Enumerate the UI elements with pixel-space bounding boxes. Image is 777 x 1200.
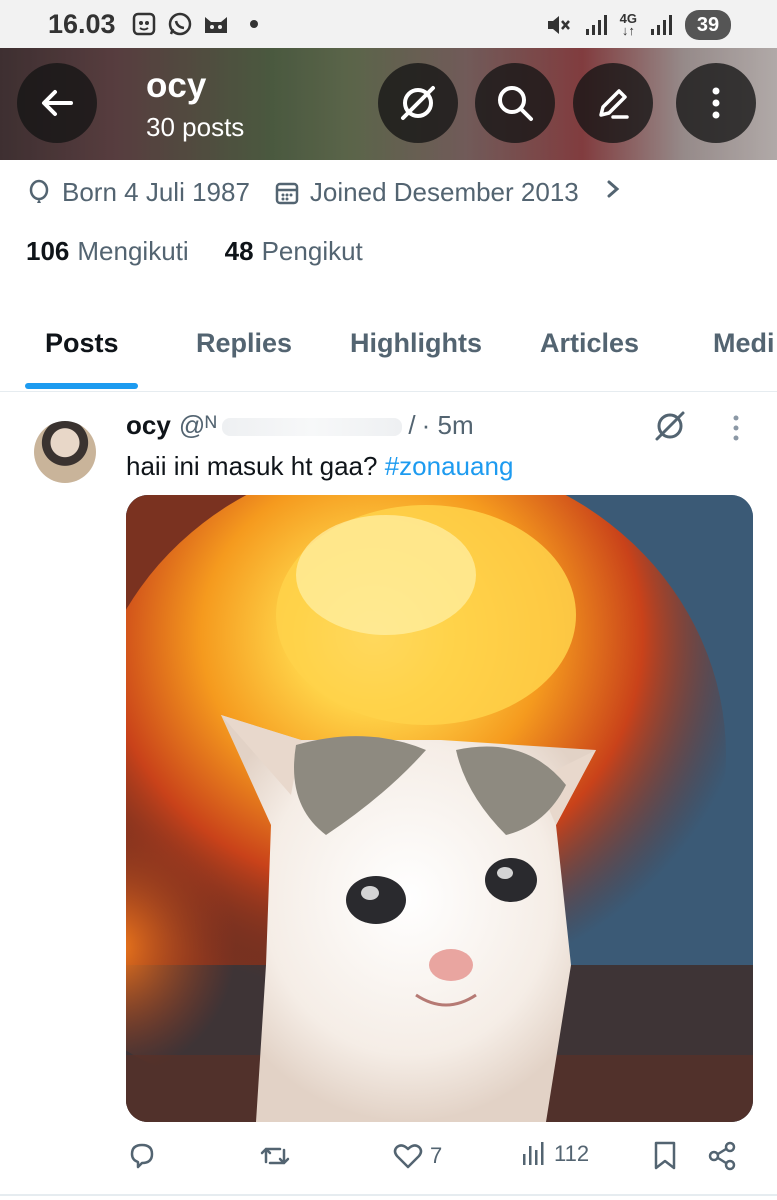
cat-app-icon <box>202 10 230 38</box>
header-name: ocy <box>146 66 207 105</box>
back-arrow-icon <box>42 90 73 116</box>
more-vertical-icon <box>712 87 720 119</box>
following-count: 106 <box>26 236 70 266</box>
followers-label: Pengikut <box>261 236 363 266</box>
post-header: ocy @ᴺ / · 5m <box>126 410 474 441</box>
tab-replies[interactable]: Replies <box>196 328 292 359</box>
repost-icon <box>260 1147 290 1165</box>
redacted-handle <box>222 418 403 437</box>
following-link[interactable]: 106 Mengikuti <box>26 236 189 267</box>
crying-cat-explosion-image <box>126 495 753 1122</box>
birthday-item: Born 4 Juli 1987 <box>26 177 250 208</box>
following-label: Mengikuti <box>77 236 189 266</box>
search-icon <box>498 86 533 121</box>
views-bar-chart-icon <box>523 1142 544 1165</box>
notification-dot <box>250 20 258 28</box>
bookmark-button[interactable] <box>651 1140 679 1172</box>
chevron-right-icon[interactable] <box>603 176 623 209</box>
post-timestamp: · 5m <box>421 410 474 440</box>
profile-header-banner: ocy 30 posts <box>0 48 777 160</box>
balloon-icon <box>29 179 49 203</box>
grok-icon[interactable] <box>652 408 688 444</box>
birthday-text: Born 4 Juli 1987 <box>62 177 250 207</box>
bookmark-icon <box>654 1141 676 1170</box>
follow-stats: 106 Mengikuti 48 Pengikut <box>26 236 399 267</box>
active-tab-indicator <box>25 383 138 389</box>
hashtag-link[interactable]: #zonauang <box>385 451 514 481</box>
profile-meta-row: Born 4 Juli 1987 Joined Desember 2013 <box>26 176 623 209</box>
tab-media[interactable]: Medi <box>713 328 775 359</box>
views-count: 112 <box>554 1141 590 1166</box>
tab-articles[interactable]: Articles <box>540 328 639 359</box>
mute-icon <box>544 11 572 39</box>
followers-link[interactable]: 48 Pengikut <box>225 236 363 267</box>
profile-tabs: Posts Replies Highlights Articles Medi <box>0 300 777 392</box>
avatar[interactable] <box>34 421 96 483</box>
views-button[interactable]: 112 <box>520 1140 589 1168</box>
post-actions: 7 112 <box>126 1140 753 1180</box>
status-icons-right: 4G ↓↑ 39 <box>544 10 731 40</box>
reply-button[interactable] <box>126 1140 158 1172</box>
battery-indicator: 39 <box>685 10 731 40</box>
signal-icon <box>647 11 675 39</box>
divider <box>0 1194 777 1196</box>
reply-icon <box>130 1143 154 1169</box>
like-count: 7 <box>430 1143 443 1168</box>
post-text: haii ini masuk ht gaa? #zonauang <box>126 451 514 481</box>
tab-posts[interactable]: Posts <box>45 328 119 359</box>
repost-button[interactable] <box>258 1140 292 1172</box>
followers-count: 48 <box>224 236 254 266</box>
status-time: 16.03 <box>48 9 116 39</box>
whatsapp-icon <box>166 10 194 38</box>
header-title: ocy 30 posts <box>146 66 244 144</box>
grok-button[interactable] <box>378 63 458 143</box>
network-type: 4G ↓↑ <box>619 11 637 38</box>
grok-icon <box>401 86 435 120</box>
share-icon <box>708 1141 736 1171</box>
header-posts-count: 30 posts <box>146 112 245 142</box>
like-button[interactable]: 7 <box>392 1140 442 1172</box>
post-media-image[interactable] <box>126 495 753 1122</box>
back-button[interactable] <box>17 63 97 143</box>
more-vertical-icon[interactable] <box>722 408 750 448</box>
post-author-handle[interactable]: @ᴺ / <box>179 410 416 441</box>
calendar-icon <box>275 182 299 204</box>
status-bar: 16.03 4G ↓↑ 39 <box>0 0 777 48</box>
edit-button[interactable] <box>573 63 653 143</box>
post-author-name[interactable]: ocy <box>126 410 171 441</box>
joined-item: Joined Desember 2013 <box>274 177 579 208</box>
heart-icon <box>393 1144 423 1169</box>
screenshot-icon <box>130 10 158 38</box>
share-button[interactable] <box>706 1140 738 1172</box>
joined-text: Joined Desember 2013 <box>309 177 579 207</box>
signal-icon <box>582 11 610 39</box>
search-button[interactable] <box>475 63 555 143</box>
tab-highlights[interactable]: Highlights <box>350 328 482 359</box>
edit-icon <box>599 89 629 119</box>
more-button[interactable] <box>676 63 756 143</box>
status-icons-left <box>130 10 258 38</box>
